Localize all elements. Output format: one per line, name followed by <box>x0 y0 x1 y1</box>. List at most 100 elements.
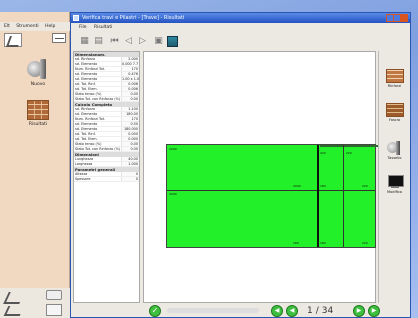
row-label: Num. Rinforzi Tot. <box>75 117 106 121</box>
row-label: Larghezza <box>75 162 93 166</box>
row-value[interactable]: 0.000 <box>121 137 139 141</box>
window-titlebar[interactable]: Verifica travi e Pilastri - [Trave] - Ri… <box>71 13 410 23</box>
current-page: 1 <box>307 306 313 316</box>
beam-marker: 2000 <box>169 192 177 196</box>
next-page-button[interactable]: ▶ <box>353 305 365 317</box>
row-label: sd. Tot. Rinf. <box>75 82 96 86</box>
draw-tool-icon[interactable] <box>3 306 25 316</box>
row-label: sd. Elemento <box>75 122 98 126</box>
beam-marker: 180 <box>320 241 326 245</box>
nuovo-label: Nuovo <box>30 82 46 87</box>
row-value[interactable]: 0 <box>121 172 139 176</box>
row-value[interactable]: 0.000 <box>121 132 139 136</box>
disc-saw-icon <box>386 141 403 155</box>
window-icon <box>73 15 79 21</box>
menu-file[interactable]: File <box>79 25 87 30</box>
row-label: Stato Tot. con Rinforzo (%) <box>75 147 121 151</box>
confirm-button[interactable]: ✓ <box>149 305 161 317</box>
beam-marker: 180 <box>293 241 299 245</box>
row-value[interactable]: 0.00 <box>121 147 139 151</box>
row-value[interactable]: 1.000 <box>121 162 139 166</box>
tassello-button[interactable]: Tassello <box>380 141 409 160</box>
row-value[interactable]: 0.000 7.7 <box>121 62 139 66</box>
row-value[interactable]: 0.00 <box>121 142 139 146</box>
row-label: sd. Rinforzo <box>75 57 96 61</box>
brick-wall-dark-icon <box>385 103 404 117</box>
beam-edge <box>320 145 378 147</box>
row-value[interactable]: 2.000 <box>121 57 139 61</box>
row-label: sd. Tot. Rinf. <box>75 132 96 136</box>
hand-tool-icon[interactable] <box>46 290 62 300</box>
window-toolbar: ▦ ▤ ⏮ ◁ ▷ ▣ <box>71 34 410 50</box>
row-label: Stato tenso (%) <box>75 92 102 96</box>
row-value[interactable]: 0.006 <box>121 87 139 91</box>
beam-marker: 2000 <box>169 147 177 151</box>
row-label: sd. Rinforzo <box>75 107 96 111</box>
row-value[interactable]: 1.100 <box>121 107 139 111</box>
previous-page-button[interactable]: ◀ <box>286 305 298 317</box>
results-data-panel: Dimensionam. sd. Rinforzo 2.000 sd. Element… <box>73 51 140 303</box>
fascia-button[interactable]: Fascia <box>380 103 409 122</box>
window-control-buttons[interactable] <box>386 14 408 22</box>
row-label: Altezza <box>75 172 88 176</box>
row-label: Stato Tot. con Rinforzo (%) <box>75 97 121 101</box>
next-icon[interactable]: ▷ <box>137 36 148 47</box>
rinforzi-label: Rinforzi <box>387 84 402 88</box>
row-label: Stato tenso (%) <box>75 142 102 146</box>
window-title: Verifica travi e Pilastri - [Trave] - Ri… <box>82 15 185 21</box>
document-icon[interactable] <box>46 304 62 316</box>
draw-tool-icon[interactable] <box>4 33 22 47</box>
row-value[interactable]: 180.00 <box>121 112 139 116</box>
brick-wall-icon <box>385 69 404 83</box>
risultati-label: Risultati <box>28 122 48 127</box>
window-menubar: File Risultati <box>71 23 410 32</box>
row-value[interactable]: 0.00 <box>121 97 139 101</box>
row-value[interactable]: 0.50 <box>121 122 139 126</box>
menu-risultati[interactable]: Risultati <box>94 25 112 30</box>
fascia-label: Fascia <box>389 118 400 122</box>
page-indicator: 1/34 <box>307 305 333 317</box>
modifica-button[interactable]: Modifica <box>380 175 409 194</box>
left-menu-item[interactable]: Elt <box>4 24 10 29</box>
row-value[interactable]: 1.00 x 1.00 <box>121 77 139 81</box>
nuovo-button[interactable]: Nuovo <box>21 58 55 87</box>
last-page-button[interactable]: ▶ <box>368 305 380 317</box>
row-label: Spessore <box>75 177 91 181</box>
export-icon[interactable]: ▣ <box>153 36 164 47</box>
row-label: sd. Elemento <box>75 62 98 66</box>
drawing-canvas: 2000 220 220 2000 2000 180 220 180 180 2… <box>143 51 378 303</box>
beam-marker: 180 <box>320 184 326 188</box>
page-separator: / <box>315 306 319 316</box>
data-row: Spessore 0 <box>74 177 139 182</box>
right-tool-panel: Rinforzi Fascia Tassello Modifica <box>378 51 409 303</box>
rinforzi-button[interactable]: Rinforzi <box>380 69 409 88</box>
row-value[interactable]: 170 <box>121 117 139 121</box>
beam-divider <box>317 145 319 247</box>
previous-icon[interactable]: ◁ <box>123 36 134 47</box>
risultati-button[interactable]: Risultati <box>21 100 55 127</box>
first-page-button[interactable]: ◀ <box>271 305 283 317</box>
save-icon[interactable]: ▦ <box>79 36 90 47</box>
row-value[interactable]: 0.00 <box>121 92 139 96</box>
page-navigation-bar: ✓ ◀ ◀ 1/34 ▶ ▶ <box>71 304 410 318</box>
draw-tool-icon[interactable] <box>3 292 25 304</box>
grid-tool-icon[interactable] <box>52 33 66 43</box>
left-app-footer <box>0 288 70 318</box>
export-image-icon[interactable] <box>167 36 178 47</box>
print-icon[interactable]: ▤ <box>93 36 104 47</box>
left-menu-item[interactable]: Help <box>45 24 55 29</box>
left-menu-item[interactable]: Strumenti <box>16 24 38 29</box>
beam-marker: 220 <box>320 151 326 155</box>
row-value[interactable]: 40.00 <box>121 157 139 161</box>
row-label: Num. Rinforzi Tot. <box>75 67 106 71</box>
row-value[interactable]: 0 <box>121 177 139 181</box>
row-value[interactable]: 170 <box>121 67 139 71</box>
progress-track <box>167 308 259 313</box>
row-value[interactable]: 180.000 <box>121 127 139 131</box>
beam-marker: 2000 <box>293 184 301 188</box>
results-window: Verifica travi e Pilastri - [Trave] - Ri… <box>70 12 411 318</box>
first-page-icon[interactable]: ⏮ <box>109 36 120 47</box>
row-value[interactable]: 0.476 <box>121 72 139 76</box>
total-pages: 34 <box>321 306 334 316</box>
row-value[interactable]: 0.006 <box>121 82 139 86</box>
